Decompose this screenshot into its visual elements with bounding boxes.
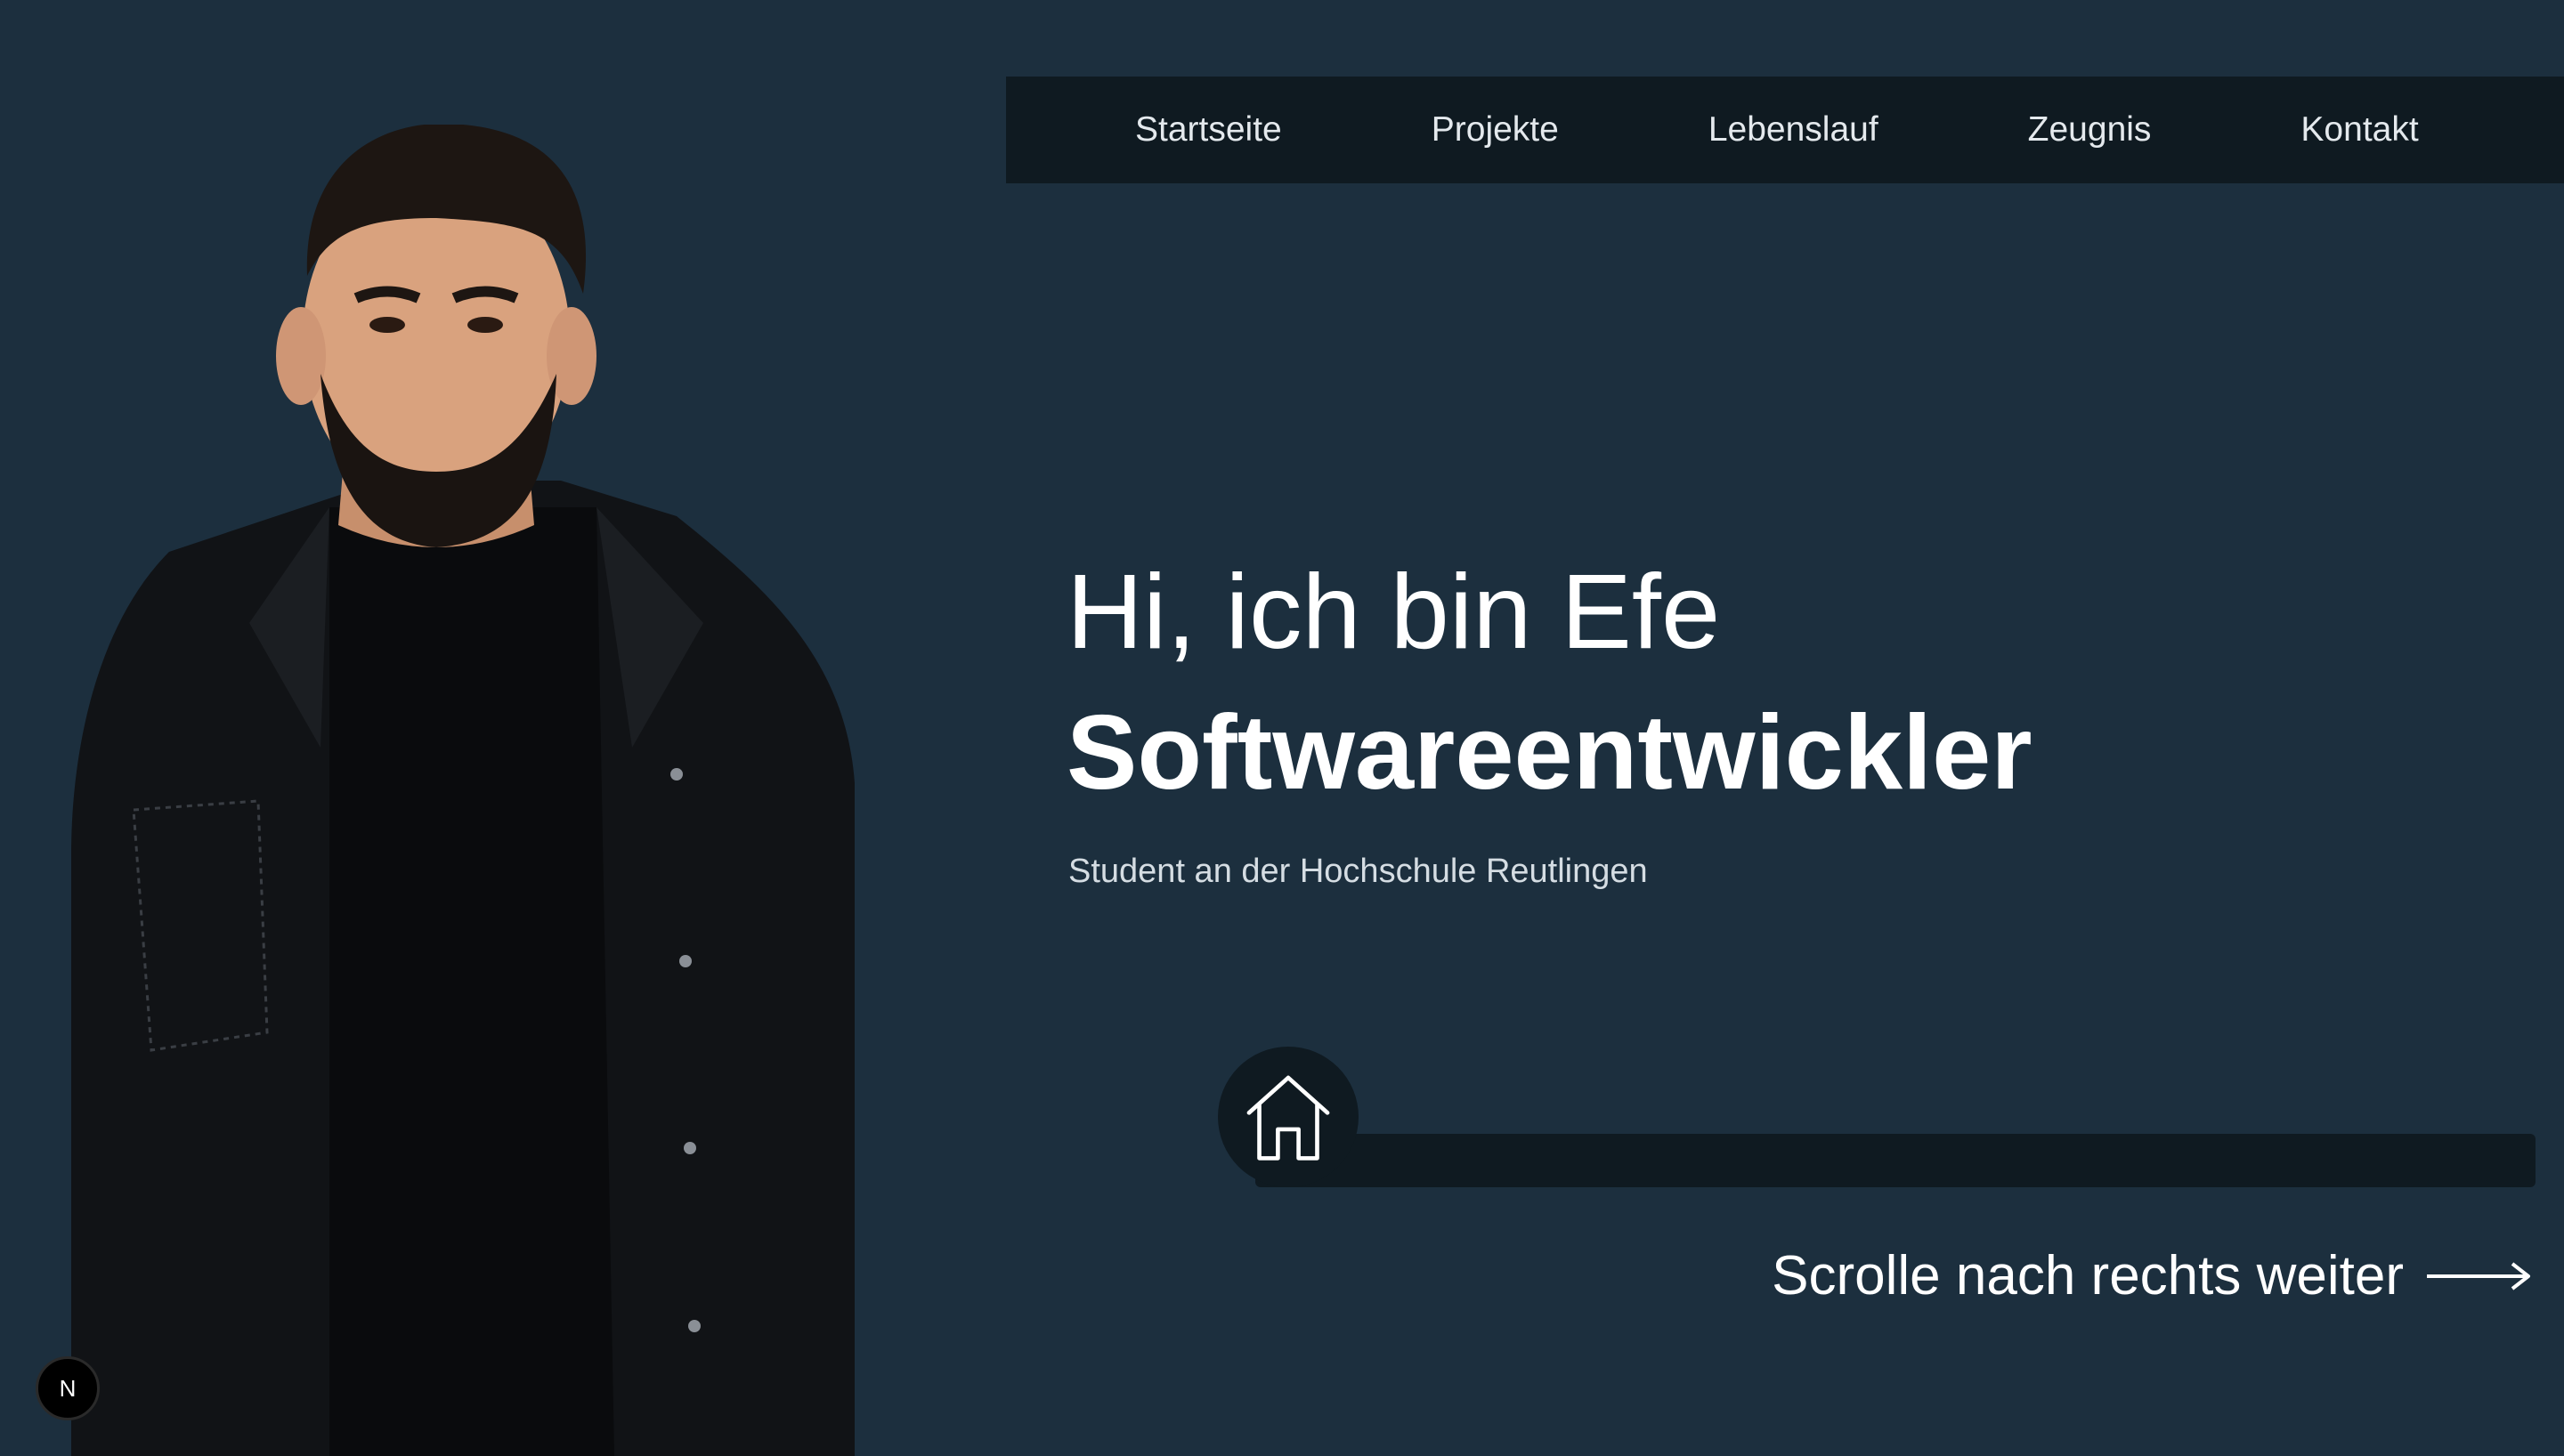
profile-photo [62,125,864,1456]
nav-item-lebenslauf[interactable]: Lebenslauf [1708,110,1878,150]
hero-greeting: Hi, ich bin Efe [1067,553,1721,671]
nav-item-kontakt[interactable]: Kontakt [2300,110,2418,150]
nav-item-startseite[interactable]: Startseite [1135,110,1282,150]
hero-role: Softwareentwickler [1067,693,2033,812]
nextjs-logo-icon: N [59,1374,77,1402]
scroll-hint: Scrolle nach rechts weiter [1772,1244,2532,1307]
page: Startseite Projekte Lebenslauf Zeugnis K… [0,0,2564,1456]
scroll-hint-label: Scrolle nach rechts weiter [1772,1245,2404,1306]
home-button[interactable] [1218,1047,1359,1187]
main-nav: Startseite Projekte Lebenslauf Zeugnis K… [1006,77,2564,183]
nextjs-dev-indicator[interactable]: N [36,1356,100,1420]
scroll-progress-track [1255,1134,2536,1187]
arrow-right-icon [2427,1261,2530,1290]
home-icon [1246,1075,1330,1161]
nav-item-zeugnis[interactable]: Zeugnis [2028,110,2152,150]
hero-subtitle: Student an der Hochschule Reutlingen [1068,853,1648,890]
nav-item-projekte[interactable]: Projekte [1432,110,1559,150]
